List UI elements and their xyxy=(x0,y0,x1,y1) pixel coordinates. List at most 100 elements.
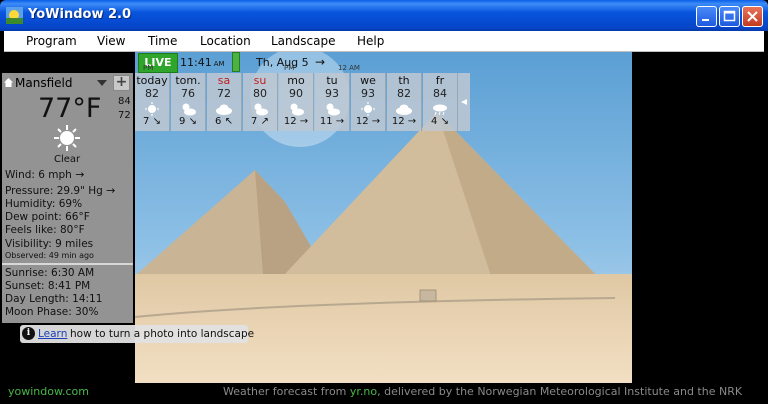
condition-text: Clear xyxy=(54,154,81,165)
forecast-temperature: 93 xyxy=(361,87,375,100)
forecast-wind: 7 ↘ xyxy=(135,116,169,127)
forecast-day-name: fr xyxy=(435,74,445,87)
forecast-wind: 9 ↘ xyxy=(171,116,205,127)
forecast-wind: 6 ↖ xyxy=(207,116,241,127)
menu-landscape[interactable]: Landscape xyxy=(271,34,335,48)
maximize-button[interactable] xyxy=(719,6,740,27)
forecast-day-su[interactable]: su 80 7 ↗ xyxy=(243,73,278,131)
home-icon xyxy=(4,78,13,87)
minimize-button[interactable] xyxy=(696,6,717,27)
app-icon xyxy=(6,7,23,24)
pm-tick-label: PM xyxy=(143,64,154,72)
app-window: YoWindow 2.0 Program View Time Location … xyxy=(0,0,768,404)
next-day-arrow-icon[interactable]: → xyxy=(315,55,325,69)
credit-prefix: Weather forecast from xyxy=(223,385,347,398)
forecast-day-fr[interactable]: fr 84 4 ↘ xyxy=(423,73,458,131)
menu-location[interactable]: Location xyxy=(200,34,251,48)
panel-divider xyxy=(2,263,133,265)
next-tick-label: 12 AM xyxy=(338,64,360,72)
current-temperature: 77°F xyxy=(38,93,102,124)
menu-bar: Program View Time Location Landscape Hel… xyxy=(4,31,764,52)
day-length-info: Day Length: 14:11 xyxy=(5,293,103,305)
menu-program[interactable]: Program xyxy=(26,34,77,48)
pressure-info: Pressure: 29.9" Hg → xyxy=(5,184,115,197)
forecast-temperature: 82 xyxy=(397,87,411,100)
menu-view[interactable]: View xyxy=(97,34,125,48)
forecast-wind-speed: 11 xyxy=(319,116,333,127)
forecast-wind-speed: 12 xyxy=(355,116,369,127)
sunset-info: Sunset: 8:41 PM xyxy=(5,280,91,292)
info-icon: i xyxy=(22,327,35,340)
minimize-icon xyxy=(702,19,709,21)
forecast-temperature: 84 xyxy=(433,87,447,100)
forecast-temperature: 93 xyxy=(325,87,339,100)
maximize-icon xyxy=(723,10,736,22)
forecast-day-name: su xyxy=(253,74,267,87)
cloud-icon xyxy=(396,104,412,115)
forecast-wind-speed: 6 xyxy=(215,116,222,127)
menu-time[interactable]: Time xyxy=(148,34,177,48)
forecast-day-mo[interactable]: mo 90 12 → xyxy=(279,73,314,131)
forecast-wind: 12 → xyxy=(279,116,313,127)
wind-direction-icon: ↖ xyxy=(224,116,233,127)
observed-info: Observed: 49 min ago xyxy=(5,251,94,260)
forecast-day-tu[interactable]: tu 93 11 → xyxy=(315,73,350,131)
time-value: 11:41 xyxy=(180,56,212,69)
current-time: 11:41 AM xyxy=(180,56,225,69)
forecast-wind: 12 → xyxy=(351,116,385,127)
wind-direction-icon: ↘ xyxy=(440,116,449,127)
partly-cloudy-icon xyxy=(254,103,268,116)
chevron-down-icon[interactable] xyxy=(97,78,107,88)
pressure-text: Pressure: 29.9" Hg xyxy=(5,185,103,197)
forecast-day-name: th xyxy=(398,74,410,87)
tip-text: how to turn a photo into landscape xyxy=(70,328,255,340)
forecast-day-today[interactable]: today 82 7 ↘ xyxy=(135,73,170,131)
forecast-day-name: tu xyxy=(326,74,338,87)
time-ampm: AM xyxy=(213,60,225,68)
sun-icon xyxy=(145,102,159,116)
forecast-day-name: tom. xyxy=(175,74,201,87)
partly-cloudy-icon xyxy=(182,103,196,116)
forecast-wind-speed: 12 xyxy=(283,116,297,127)
forecast-day-th[interactable]: th 82 12 → xyxy=(387,73,422,131)
collapse-forecast-button[interactable] xyxy=(458,73,470,131)
forecast-wind: 4 ↘ xyxy=(423,116,457,127)
visibility-info: Visibility: 9 miles xyxy=(5,238,94,250)
forecast-wind-speed: 7 xyxy=(251,116,258,127)
forecast-day-we[interactable]: we 93 12 → xyxy=(351,73,386,131)
location-name[interactable]: Mansfield xyxy=(15,76,72,90)
add-location-button[interactable]: + xyxy=(113,75,130,91)
learn-link[interactable]: Learn xyxy=(38,328,67,340)
forecast-temperature: 90 xyxy=(289,87,303,100)
yr-link[interactable]: yr.no xyxy=(350,385,377,398)
forecast-wind-speed: 7 xyxy=(143,116,150,127)
wind-text: Wind: 6 mph xyxy=(5,169,72,181)
forecast-wind-speed: 12 xyxy=(391,116,405,127)
time-slider-handle[interactable] xyxy=(232,52,240,72)
sunrise-info: Sunrise: 6:30 AM xyxy=(5,267,95,279)
close-button[interactable] xyxy=(742,6,763,27)
forecast-day-name: sa xyxy=(217,74,231,87)
window-title: YoWindow 2.0 xyxy=(28,7,132,22)
wind-info: Wind: 6 mph → xyxy=(5,168,84,181)
forecast-day-tom[interactable]: tom. 76 9 ↘ xyxy=(171,73,206,131)
high-temperature: 84 xyxy=(118,96,131,107)
low-temperature: 72 xyxy=(118,110,131,121)
partly-cloudy-icon xyxy=(326,103,340,116)
wind-direction-icon: → xyxy=(335,116,345,127)
forecast-temperature: 72 xyxy=(217,87,231,100)
forecast-day-name: mo xyxy=(287,74,305,87)
site-link[interactable]: yowindow.com xyxy=(8,385,89,398)
pressure-trend-icon: → xyxy=(106,184,116,197)
rain-icon xyxy=(433,104,447,116)
forecast-temperature: 80 xyxy=(253,87,267,100)
close-icon xyxy=(747,11,758,22)
title-bar[interactable]: YoWindow 2.0 xyxy=(0,0,768,31)
forecast-day-name: today xyxy=(136,74,168,87)
dew-point-info: Dew point: 66°F xyxy=(5,211,90,223)
chevron-left-icon xyxy=(461,99,467,105)
forecast-day-sa[interactable]: sa 72 6 ↖ xyxy=(207,73,242,131)
partly-cloudy-icon xyxy=(290,103,304,116)
menu-help[interactable]: Help xyxy=(357,34,384,48)
wind-direction-icon: ↗ xyxy=(260,116,269,127)
